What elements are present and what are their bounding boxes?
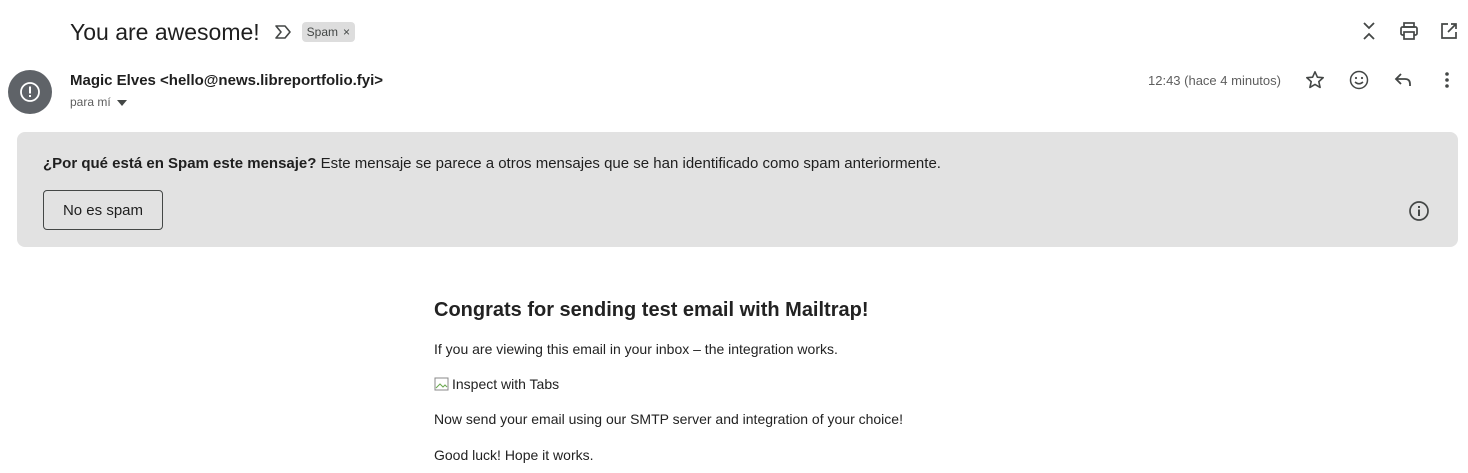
recipient-text: para mí — [70, 95, 111, 109]
star-icon[interactable] — [1304, 69, 1326, 91]
subject-row: You are awesome! Spam × — [70, 14, 356, 50]
info-icon[interactable] — [1408, 200, 1430, 222]
remove-label-icon[interactable]: × — [343, 25, 350, 39]
email-paragraph: If you are viewing this email in your in… — [434, 341, 838, 357]
spam-reason-explanation: Este mensaje se parece a otros mensajes … — [320, 155, 941, 172]
recipient-line[interactable]: para mí — [70, 95, 127, 109]
thread-actions — [1358, 20, 1460, 42]
reply-icon[interactable] — [1392, 69, 1414, 91]
broken-image: Inspect with Tabs — [434, 376, 1034, 392]
spam-reason-title: ¿Por qué está en Spam este mensaje? — [43, 155, 317, 172]
spam-label-chip[interactable]: Spam × — [301, 22, 356, 42]
email-body: Congrats for sending test email with Mai… — [434, 297, 1034, 473]
email-paragraph: Now send your email using our SMTP serve… — [434, 411, 903, 427]
warning-icon — [20, 82, 40, 102]
not-spam-button[interactable]: No es spam — [43, 190, 163, 230]
importance-marker-icon[interactable] — [274, 23, 292, 41]
collapse-icon[interactable] — [1358, 20, 1380, 42]
message-actions — [1304, 69, 1458, 91]
show-details-icon[interactable] — [116, 95, 127, 109]
emoji-icon[interactable] — [1348, 69, 1370, 91]
email-subject: You are awesome! — [70, 18, 260, 45]
spam-reason-text: ¿Por qué está en Spam este mensaje? Este… — [43, 155, 941, 172]
broken-image-alt-text: Inspect with Tabs — [452, 376, 560, 392]
broken-image-icon — [434, 376, 450, 392]
sender-name[interactable]: Magic Elves <hello@news.libreportfolio.f… — [70, 72, 383, 89]
more-vert-icon[interactable] — [1436, 69, 1458, 91]
email-heading: Congrats for sending test email with Mai… — [434, 299, 869, 321]
spam-label-text: Spam — [306, 25, 339, 39]
spam-warning-banner: ¿Por qué está en Spam este mensaje? Este… — [17, 132, 1458, 247]
sender-avatar[interactable] — [8, 70, 52, 114]
print-icon[interactable] — [1398, 20, 1420, 42]
email-paragraph: Good luck! Hope it works. — [434, 447, 594, 463]
open-in-new-window-icon[interactable] — [1438, 20, 1460, 42]
message-time: 12:43 (hace 4 minutos) — [1148, 73, 1281, 88]
